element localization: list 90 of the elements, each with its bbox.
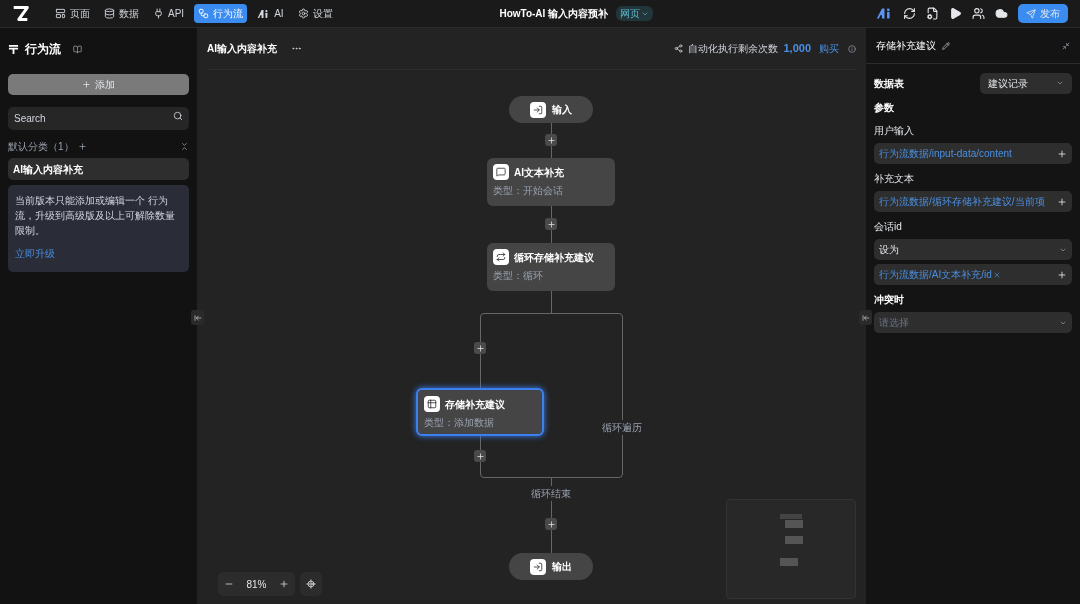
platform-dropdown[interactable]: 网页 xyxy=(616,6,654,21)
field-label: 用户输入 xyxy=(874,124,915,138)
app-title: HowTo-AI 输入内容预补 xyxy=(499,7,609,21)
plus-icon xyxy=(82,80,91,89)
node-icon xyxy=(530,101,546,118)
value-field[interactable]: 行为流数据/AI文本补充/id xyxy=(874,264,1072,285)
file-settings-icon[interactable] xyxy=(926,7,939,20)
node-label: 存储补充建议 xyxy=(445,397,505,412)
flow-list-icon xyxy=(8,43,19,55)
node-icon xyxy=(493,249,509,265)
nav-tab[interactable]: 数据 xyxy=(100,4,143,23)
category-label: 默认分类（1） xyxy=(8,139,74,154)
add-button[interactable]: 添加 xyxy=(8,74,189,95)
value-field[interactable]: 行为流数据/循环存储补充建议/当前项 xyxy=(874,191,1072,212)
add-step-button[interactable] xyxy=(474,342,486,354)
step-node[interactable]: 存储补充建议 类型：添加数据 xyxy=(416,388,544,436)
node-type: 类型：开始会话 xyxy=(493,184,564,198)
field-label: 会话id xyxy=(874,220,903,234)
send-icon xyxy=(1026,8,1036,19)
node-label: 输出 xyxy=(552,560,572,574)
add-step-button[interactable] xyxy=(545,518,557,530)
collapse-icon[interactable] xyxy=(180,141,189,151)
panel-title: 存储补充建议 xyxy=(876,39,936,53)
edge-label: 循环结束 xyxy=(531,486,571,501)
nav-tab[interactable]: AI xyxy=(253,4,288,23)
search-field[interactable]: Search xyxy=(8,107,189,130)
node-label: AI文本补充 xyxy=(514,165,564,180)
search-icon xyxy=(173,111,183,121)
info-icon[interactable] xyxy=(848,44,856,53)
nav-icon xyxy=(104,8,115,19)
add-category-icon[interactable] xyxy=(77,141,87,151)
upgrade-link[interactable]: 立即升级 xyxy=(15,246,55,261)
caret-icon xyxy=(1056,79,1064,87)
nav-tab[interactable]: 设置 xyxy=(293,4,337,23)
collapse-handle[interactable] xyxy=(859,310,872,325)
node-icon xyxy=(530,558,546,575)
nav-tab[interactable]: 页面 xyxy=(51,4,94,23)
flow-item[interactable]: AI输入内容补充 xyxy=(8,158,189,180)
nav-icon xyxy=(297,8,309,19)
shrink-icon[interactable] xyxy=(1062,41,1070,50)
locate-icon xyxy=(306,579,316,589)
refresh-icon[interactable] xyxy=(903,7,916,20)
collapse-handle[interactable] xyxy=(191,310,204,325)
node-type: 类型：添加数据 xyxy=(424,416,495,430)
add-step-button[interactable] xyxy=(474,450,486,462)
logo-icon[interactable] xyxy=(12,5,29,22)
step-node[interactable]: AI文本补充 类型：开始会话 xyxy=(487,158,615,206)
flow-title: AI输入内容补充 xyxy=(207,42,277,56)
connector-line xyxy=(551,291,552,313)
field-label: 补充文本 xyxy=(874,172,915,186)
share-icon xyxy=(674,44,684,53)
table-label: 数据表 xyxy=(874,76,904,91)
sidebar-title: 行为流 xyxy=(25,41,61,58)
add-icon[interactable] xyxy=(1057,148,1067,159)
add-icon[interactable] xyxy=(1057,196,1067,207)
add-step-button[interactable] xyxy=(545,134,557,146)
book-icon[interactable] xyxy=(73,44,82,54)
buy-link[interactable]: 购买 xyxy=(819,41,839,56)
edit-icon[interactable] xyxy=(942,41,950,50)
zoom-in-button[interactable] xyxy=(278,579,289,589)
nav-icon xyxy=(153,8,164,19)
quota-count: 1,000 xyxy=(783,41,811,57)
notice-text: 当前版本只能添加或编辑一个 行为流，升级到高级版及以上可解除数量限制。 xyxy=(15,194,176,238)
locate-button[interactable] xyxy=(300,572,322,596)
select-field[interactable]: 设为 xyxy=(874,239,1072,260)
clear-icon[interactable] xyxy=(992,270,1001,279)
cloud-icon[interactable] xyxy=(995,7,1008,20)
section-heading: 参数 xyxy=(874,101,895,115)
quota-label: 自动化执行剩余次数 xyxy=(688,42,779,56)
terminal-node[interactable]: 输入 xyxy=(509,96,593,123)
edge-label: 循环遍历 xyxy=(602,420,642,435)
node-label: 输入 xyxy=(552,103,572,117)
zoom-level: 81% xyxy=(246,577,267,592)
node-label: 循环存储补充建议 xyxy=(514,250,594,265)
add-step-button[interactable] xyxy=(545,218,557,230)
nav-icon xyxy=(55,8,66,19)
step-node[interactable]: 循环存储补充建议 类型：循环 xyxy=(487,243,615,291)
add-icon[interactable] xyxy=(1057,269,1067,280)
field-label: 冲突时 xyxy=(874,293,905,307)
node-icon xyxy=(493,164,509,180)
value-field[interactable]: 行为流数据/input-data/content xyxy=(874,143,1072,164)
node-icon xyxy=(424,396,440,412)
ai-logo-icon xyxy=(876,7,893,20)
terminal-node[interactable]: 输出 xyxy=(509,553,593,580)
users-icon[interactable] xyxy=(972,7,985,20)
table-select[interactable]: 建议记录 xyxy=(980,72,1072,94)
play-icon[interactable] xyxy=(949,7,962,20)
nav-tab[interactable]: API xyxy=(149,4,189,23)
nav-icon xyxy=(198,8,210,19)
node-type: 类型：循环 xyxy=(493,269,544,283)
